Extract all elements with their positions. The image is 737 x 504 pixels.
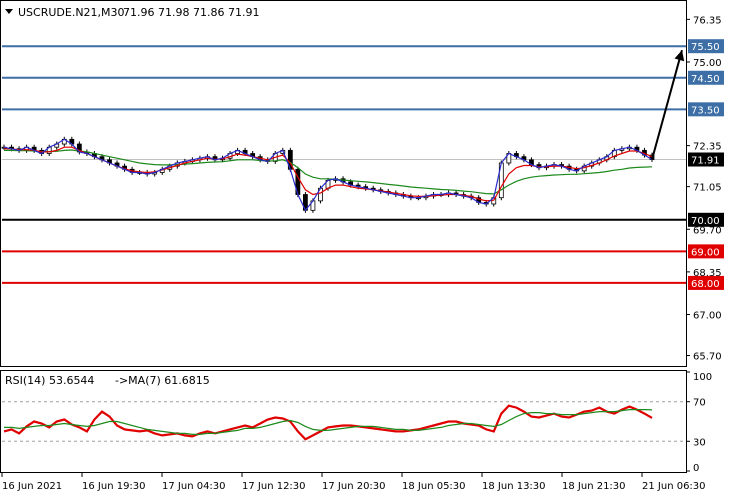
level-tag: 75.50 <box>691 42 720 53</box>
level-tag: 73.50 <box>691 105 720 116</box>
time-tick-label: 16 Jun 19:30 <box>82 481 146 492</box>
time-tick-label: 18 Jun 05:30 <box>402 481 466 492</box>
price-tick-label: 76.35 <box>693 15 722 26</box>
price-tick-label: 65.70 <box>693 352 722 363</box>
level-tag: 74.50 <box>691 74 720 85</box>
price-tick-label: 75.00 <box>693 58 722 69</box>
time-tick-label: 16 Jun 2021 <box>2 481 62 492</box>
rsi-pane-frame <box>0 370 687 473</box>
price-tick-label: 67.00 <box>693 310 722 321</box>
rsi-tick-label: 100 <box>693 372 712 383</box>
rsi-tick-label: 0 <box>693 463 699 474</box>
rsi-tick-label: 30 <box>693 437 706 448</box>
rsi-ma-label: ->MA(7) 61.6815 <box>115 374 210 387</box>
level-tag: 68.00 <box>691 279 720 290</box>
price-tick-label: 68.35 <box>693 268 722 279</box>
time-tick-label: 18 Jun 21:30 <box>562 481 626 492</box>
price-axis: 75.5074.5073.5070.0069.0068.0076.3575.00… <box>686 15 724 363</box>
time-tick-label: 17 Jun 04:30 <box>162 481 226 492</box>
price-tick-label: 71.05 <box>693 183 722 194</box>
rsi-label: RSI(14) 53.6544 <box>5 374 94 387</box>
time-tick-label: 18 Jun 13:30 <box>482 481 546 492</box>
time-tick-label: 17 Jun 20:30 <box>322 481 386 492</box>
ohlc-values: 71.96 71.98 71.86 71.91 <box>123 6 259 19</box>
time-tick-label: 21 Jun 06:30 <box>642 481 706 492</box>
rsi-tick-label: 70 <box>693 398 706 409</box>
price-tick-label: 69.70 <box>693 225 722 236</box>
level-tag: 69.00 <box>691 247 720 258</box>
price-tick-label: 72.35 <box>693 142 722 153</box>
price-chart[interactable]: USCRUDE.N21,M30 71.96 71.98 71.86 71.91 … <box>0 0 737 504</box>
current-price-tag: 71.91 <box>691 156 720 167</box>
symbol-title: USCRUDE.N21,M30 <box>18 6 125 19</box>
time-tick-label: 17 Jun 12:30 <box>242 481 306 492</box>
time-axis: 16 Jun 2021 16 Jun 19:30 17 Jun 04:30 17 Ju… <box>1 472 706 492</box>
